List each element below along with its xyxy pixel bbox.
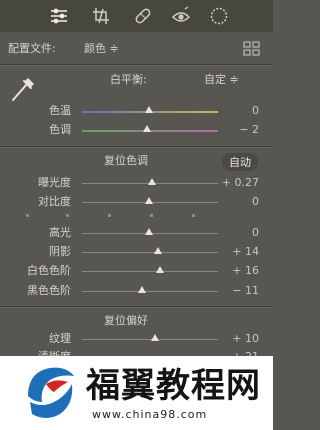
divider-dot — [26, 214, 29, 217]
divider-dot — [108, 214, 111, 217]
radial-filter-icon[interactable] — [208, 6, 230, 26]
shadows-value[interactable]: + 14 — [232, 245, 259, 259]
divider-dot — [150, 214, 153, 217]
crop-icon[interactable] — [90, 6, 112, 26]
divider-dot — [66, 214, 69, 217]
exposure-value[interactable]: + 0.27 — [222, 176, 259, 190]
tint-slider-thumb[interactable] — [143, 125, 151, 132]
reset-tone-label[interactable]: 复位色调 — [104, 154, 148, 168]
tool-strip — [0, 0, 273, 32]
highlights-label: 高光 — [49, 226, 71, 239]
temp-value[interactable]: 0 — [252, 104, 259, 118]
blacks-slider[interactable] — [82, 291, 218, 292]
highlights-value[interactable]: 0 — [252, 226, 259, 240]
tint-label: 色调 — [49, 123, 71, 136]
reset-presence-label[interactable]: 复位偏好 — [104, 314, 148, 328]
temp-label: 色温 — [49, 104, 71, 117]
white-balance-select[interactable]: 自定 ≑ — [204, 73, 239, 87]
divider — [0, 307, 273, 308]
texture-slider[interactable] — [82, 339, 218, 340]
texture-label: 纹理 — [49, 332, 71, 345]
watermark-banner: 福翼教程网 www.china98.com — [0, 356, 273, 430]
divider-dot — [192, 214, 195, 217]
shadows-slider[interactable] — [82, 252, 218, 253]
blacks-value[interactable]: − 11 — [232, 284, 259, 298]
exposure-slider-thumb[interactable] — [148, 178, 156, 185]
divider — [0, 65, 273, 66]
shadows-label: 阴影 — [49, 245, 71, 258]
contrast-value[interactable]: 0 — [252, 195, 259, 209]
contrast-slider-thumb[interactable] — [145, 197, 153, 204]
whites-label: 白色色阶 — [27, 264, 71, 277]
divider — [0, 147, 273, 148]
shadows-slider-thumb[interactable] — [154, 247, 162, 254]
healing-brush-icon[interactable] — [132, 6, 154, 26]
texture-value[interactable]: + 10 — [232, 332, 259, 346]
profile-label: 配置文件: — [8, 42, 56, 55]
watermark-title: 福翼教程网 — [86, 366, 261, 406]
red-eye-icon[interactable] — [170, 6, 192, 26]
eyedropper-icon[interactable] — [8, 72, 38, 104]
temp-slider-thumb[interactable] — [145, 106, 153, 113]
white-balance-label: 白平衡: — [110, 73, 147, 86]
whites-slider-thumb[interactable] — [156, 266, 164, 273]
profile-select[interactable]: 颜色 ≑ — [84, 42, 119, 56]
watermark-logo-icon — [20, 362, 78, 424]
texture-slider-thumb[interactable] — [151, 334, 159, 341]
tint-value[interactable]: − 2 — [239, 123, 259, 137]
sliders-icon[interactable] — [48, 6, 70, 26]
highlights-slider-thumb[interactable] — [145, 228, 153, 235]
blacks-label: 黑色色阶 — [27, 284, 71, 297]
whites-value[interactable]: + 16 — [232, 264, 259, 278]
exposure-label: 曝光度 — [38, 176, 71, 189]
watermark-url: www.china98.com — [92, 408, 208, 421]
whites-slider[interactable] — [82, 271, 218, 272]
auto-button[interactable]: 自动 — [222, 153, 258, 171]
grid-icon[interactable] — [243, 41, 261, 57]
contrast-label: 对比度 — [38, 195, 71, 208]
blacks-slider-thumb[interactable] — [138, 286, 146, 293]
